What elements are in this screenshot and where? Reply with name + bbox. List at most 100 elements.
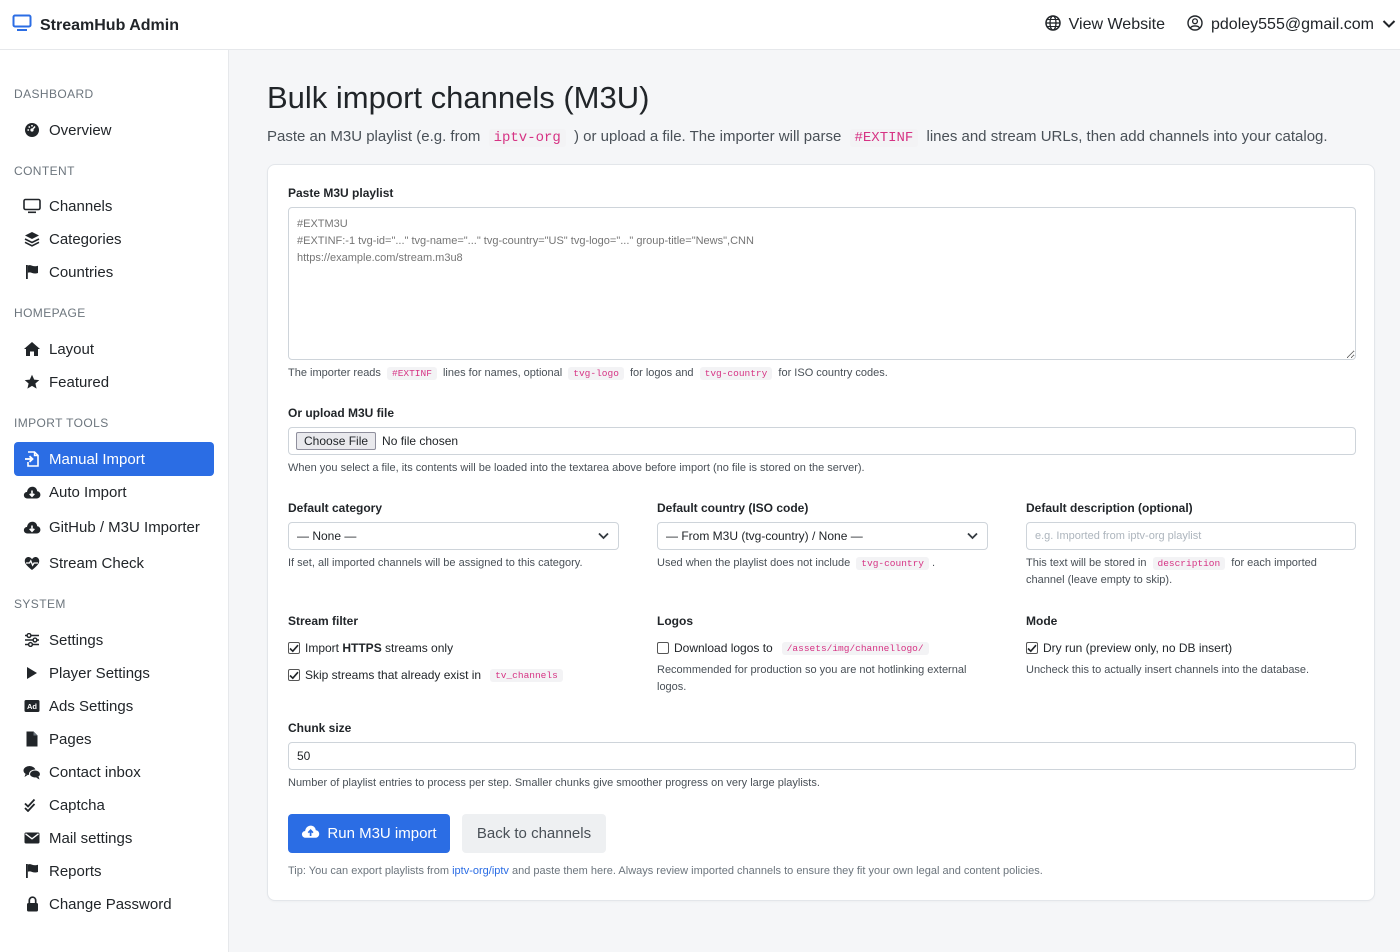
chunk-size-value: 50 [297, 749, 311, 763]
stream-filter-label: Stream filter [288, 614, 359, 628]
download-logos-checkbox[interactable]: Download logos to /assets/img/channellog… [657, 641, 929, 655]
help-text: channel (leave empty to skip). [1026, 574, 1173, 586]
help-code: tvg-country [699, 367, 773, 380]
checkbox-checked[interactable] [288, 642, 300, 654]
file-input[interactable]: Choose File No file chosen [288, 427, 1356, 455]
svg-text:Ad: Ad [27, 702, 37, 711]
sidebar-section-title: SYSTEM [14, 597, 66, 611]
description-label: Default description (optional) [1026, 501, 1193, 515]
user-email: pdoley555@gmail.com [1211, 16, 1374, 33]
intro-code: iptv-org [488, 129, 566, 147]
sidebar-item-featured[interactable]: Featured [14, 365, 214, 399]
sidebar-item-label: Reports [49, 862, 102, 880]
check-double-icon [23, 796, 41, 814]
category-help: If set, all imported channels will be as… [288, 557, 583, 569]
chevron-down-icon [967, 529, 978, 543]
sidebar-item-manual-import[interactable]: Manual Import [14, 442, 214, 476]
import-form-card: Paste M3U playlist The importer reads #E… [267, 164, 1375, 901]
description-placeholder: e.g. Imported from iptv-org playlist [1035, 530, 1202, 542]
sidebar-item-label: GitHub / M3U Importer [49, 518, 200, 536]
chunk-size-label: Chunk size [288, 721, 352, 735]
sidebar-item-ads-settings[interactable]: Ad Ads Settings [14, 689, 214, 723]
flag-icon [23, 263, 41, 281]
play-icon [23, 664, 41, 682]
category-select[interactable]: — None — [288, 522, 619, 550]
sidebar-item-countries[interactable]: Countries [14, 255, 214, 289]
description-help: This text will be stored in description … [1026, 555, 1356, 589]
country-selected-value: — From M3U (tvg-country) / None — [666, 529, 863, 543]
sidebar-item-change-password[interactable]: Change Password [14, 887, 214, 921]
sidebar-item-player-settings[interactable]: Player Settings [14, 656, 214, 690]
sidebar-item-label: Layout [49, 340, 95, 358]
sidebar-item-contact-inbox[interactable]: Contact inbox [14, 755, 214, 789]
sidebar-item-mail-settings[interactable]: Mail settings [14, 821, 214, 855]
upload-help: When you select a file, its contents wil… [288, 462, 865, 474]
dry-run-checkbox[interactable]: Dry run (preview only, no DB insert) [1026, 641, 1232, 655]
sidebar-item-categories[interactable]: Categories [14, 222, 214, 256]
upload-label: Or upload M3U file [288, 406, 395, 420]
sidebar-item-reports[interactable]: Reports [14, 854, 214, 888]
choose-file-button[interactable]: Choose File [296, 432, 377, 450]
tip-part: and paste them here. Always review impor… [512, 865, 1043, 877]
run-import-label: Run M3U import [327, 825, 437, 842]
help-code: tv_channels [490, 668, 563, 682]
run-import-button[interactable]: Run M3U import [288, 814, 450, 853]
tip-text: Tip: You can export playlists from iptv-… [288, 865, 1043, 877]
ad-icon: Ad [23, 697, 41, 715]
sidebar-item-label: Captcha [49, 796, 105, 814]
view-website-link[interactable]: View Website [1044, 14, 1165, 36]
top-bar: StreamHub Admin View Website pdoley555@g… [0, 0, 1400, 50]
checkbox-label-bold: HTTPS [342, 641, 382, 655]
chunk-size-input[interactable]: 50 [288, 742, 1356, 770]
dashboard-icon [23, 121, 41, 139]
sidebar-item-label: Contact inbox [49, 763, 141, 781]
layers-icon [23, 230, 41, 248]
sidebar-item-overview[interactable]: Overview [14, 113, 214, 147]
logos-label: Logos [657, 614, 693, 628]
country-select[interactable]: — From M3U (tvg-country) / None — [657, 522, 988, 550]
description-input[interactable]: e.g. Imported from iptv-org playlist [1026, 522, 1356, 550]
sidebar-item-label: Categories [49, 230, 122, 248]
playlist-textarea[interactable] [288, 207, 1356, 360]
back-to-channels-button[interactable]: Back to channels [462, 814, 606, 853]
help-text: This text will be stored in [1026, 557, 1147, 569]
cloud-download-icon [23, 518, 41, 536]
help-text: lines for names, optional [442, 367, 563, 379]
checkbox-unchecked[interactable] [657, 642, 669, 654]
sidebar-item-label: Player Settings [49, 664, 150, 682]
help-code: tvg-country [856, 557, 930, 570]
playlist-help: The importer reads #EXTINF lines for nam… [288, 365, 888, 382]
sidebar-item-stream-check[interactable]: Stream Check [14, 546, 214, 580]
sidebar-item-captcha[interactable]: Captcha [14, 788, 214, 822]
main-content: Bulk import channels (M3U) Paste an M3U … [229, 50, 1400, 952]
sidebar-item-auto-import[interactable]: Auto Import [14, 475, 214, 509]
sidebar-item-settings[interactable]: Settings [14, 623, 214, 657]
sidebar-item-layout[interactable]: Layout [14, 332, 214, 366]
help-text: Used when the playlist does not include [657, 557, 851, 569]
page-title: Bulk import channels (M3U) [267, 80, 650, 115]
sidebar-item-channels[interactable]: Channels [14, 189, 214, 223]
sidebar-item-label: Ads Settings [49, 697, 134, 715]
iptv-org-link[interactable]: iptv-org/iptv [452, 865, 509, 877]
sidebar-item-label: Featured [49, 373, 110, 391]
help-code: tvg-logo [568, 367, 624, 380]
checkbox-checked[interactable] [1026, 642, 1038, 654]
skip-existing-checkbox[interactable]: Skip streams that already exist in tv_ch… [288, 668, 563, 682]
category-label: Default category [288, 501, 383, 515]
sidebar-item-github-m3u-importer[interactable]: GitHub / M3U Importer [14, 510, 214, 544]
help-text: for ISO country codes. [778, 367, 888, 379]
checkbox-checked[interactable] [288, 669, 300, 681]
sidebar-item-pages[interactable]: Pages [14, 722, 214, 756]
checkbox-label: Import HTTPS streams only [305, 641, 453, 655]
user-menu[interactable]: pdoley555@gmail.com [1187, 14, 1396, 36]
sidebar-item-label: Settings [49, 631, 104, 649]
help-code: /assets/img/channellogo/ [781, 641, 929, 655]
brand[interactable]: StreamHub Admin [12, 14, 179, 37]
chunk-size-help: Number of playlist entries to process pe… [288, 777, 820, 789]
https-only-checkbox[interactable]: Import HTTPS streams only [288, 641, 453, 655]
sidebar-item-label: Countries [49, 263, 114, 281]
intro-text: Paste an M3U playlist (e.g. from [267, 128, 481, 145]
chevron-down-icon [1382, 16, 1396, 34]
sidebar-item-label: Overview [49, 121, 112, 139]
help-text: for logos and [629, 367, 694, 379]
